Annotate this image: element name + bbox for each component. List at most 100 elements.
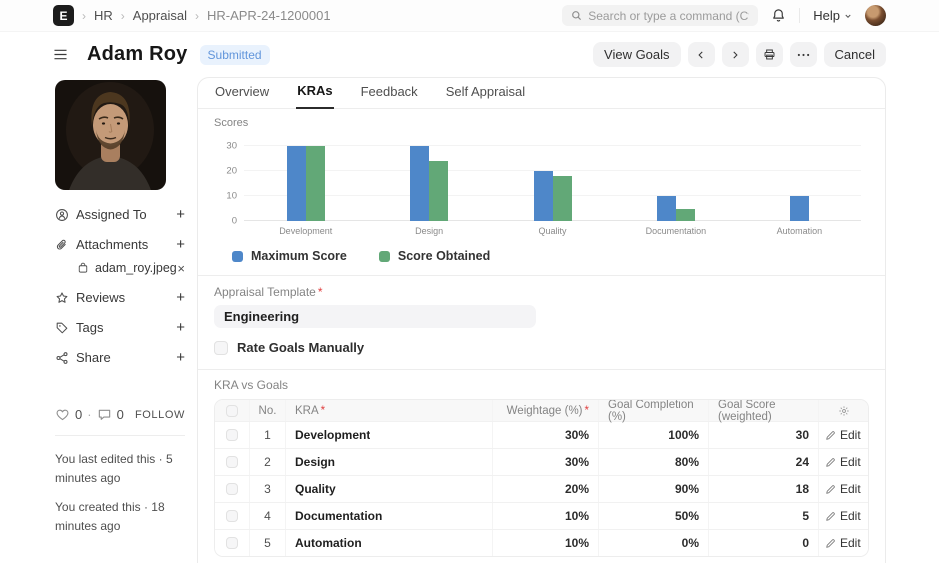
- hamburger-menu-icon[interactable]: [53, 48, 68, 61]
- row-checkbox[interactable]: [226, 456, 238, 468]
- help-label: Help: [813, 8, 840, 23]
- edit-row-button[interactable]: Edit: [825, 455, 861, 469]
- goal-score-cell[interactable]: 5: [708, 503, 818, 529]
- row-checkbox[interactable]: [226, 429, 238, 441]
- column-label: KRA: [295, 405, 319, 417]
- tab-kras[interactable]: KRAs: [296, 83, 333, 109]
- remove-attachment-button[interactable]: ×: [177, 262, 185, 275]
- cell-value: 10%: [565, 536, 589, 550]
- tab-overview[interactable]: Overview: [214, 84, 270, 108]
- goal-score-cell[interactable]: 18: [708, 476, 818, 502]
- add-tags-button[interactable]: +: [176, 320, 185, 335]
- bar-score-obtained[interactable]: [676, 209, 695, 222]
- edit-row-button[interactable]: Edit: [825, 509, 861, 523]
- weightage-cell[interactable]: 30%: [492, 422, 598, 448]
- kra-cell[interactable]: Quality: [285, 476, 492, 502]
- edit-label: Edit: [840, 455, 861, 469]
- weightage-cell[interactable]: 10%: [492, 530, 598, 556]
- goal-score-cell[interactable]: 30: [708, 422, 818, 448]
- attachment-name[interactable]: adam_roy.jpeg: [95, 261, 177, 275]
- weightage-cell[interactable]: 10%: [492, 503, 598, 529]
- legend-item-score-obtained: Score Obtained: [379, 249, 490, 263]
- bar-group-quality: [491, 171, 614, 221]
- bar-maximum-score[interactable]: [657, 196, 676, 221]
- goal-score-cell[interactable]: 0: [708, 530, 818, 556]
- main-form-card: Overview KRAs Feedback Self Appraisal Score…: [197, 77, 886, 563]
- sidebar-item-tags: Tags +: [55, 320, 185, 335]
- select-all-checkbox[interactable]: [226, 405, 238, 417]
- sidebar-item-label: Share: [76, 350, 111, 365]
- view-goals-button[interactable]: View Goals: [593, 42, 681, 67]
- rate-goals-row: Rate Goals Manually: [214, 340, 869, 355]
- add-share-button[interactable]: +: [176, 350, 185, 365]
- rate-goals-checkbox[interactable]: [214, 341, 228, 355]
- cell-value: 0%: [682, 536, 699, 550]
- bar-maximum-score[interactable]: [410, 146, 429, 221]
- more-button[interactable]: [790, 42, 817, 67]
- user-avatar[interactable]: [865, 5, 886, 26]
- weightage-cell[interactable]: 20%: [492, 476, 598, 502]
- kra-name: Quality: [295, 482, 336, 496]
- goal-completion-cell[interactable]: 0%: [598, 530, 708, 556]
- goal-completion-cell[interactable]: 80%: [598, 449, 708, 475]
- goal-completion-cell[interactable]: 90%: [598, 476, 708, 502]
- appraisal-template-input[interactable]: Engineering: [214, 305, 536, 328]
- row-checkbox[interactable]: [226, 537, 238, 549]
- row-number-cell: 5: [249, 530, 285, 556]
- search-bar[interactable]: [562, 5, 758, 26]
- required-marker: *: [585, 405, 589, 417]
- app-logo[interactable]: E: [53, 5, 74, 26]
- follow-button[interactable]: FOLLOW: [135, 409, 185, 421]
- goal-completion-cell[interactable]: 100%: [598, 422, 708, 448]
- file-icon: [77, 262, 89, 274]
- kra-cell[interactable]: Design: [285, 449, 492, 475]
- print-button[interactable]: [756, 42, 783, 67]
- kra-cell[interactable]: Automation: [285, 530, 492, 556]
- cell-value: 20%: [565, 482, 589, 496]
- breadcrumb-item-hr-apr-24-1200001[interactable]: HR-APR-24-1200001: [207, 8, 331, 23]
- bar-maximum-score[interactable]: [287, 146, 306, 221]
- kra-goals-section: KRA vs Goals No.KRA*Weightage (%)*Goal C…: [198, 370, 885, 563]
- gear-icon[interactable]: [838, 405, 850, 417]
- edit-label: Edit: [840, 536, 861, 550]
- edit-row-button[interactable]: Edit: [825, 536, 861, 550]
- edit-row-button[interactable]: Edit: [825, 428, 861, 442]
- bar-score-obtained[interactable]: [553, 176, 572, 221]
- row-number: 5: [264, 536, 271, 550]
- bar-maximum-score[interactable]: [534, 171, 553, 221]
- next-button[interactable]: [722, 42, 749, 67]
- comment-icon[interactable]: [97, 407, 112, 422]
- printer-icon: [763, 48, 776, 61]
- row-number-cell: 4: [249, 503, 285, 529]
- notification-bell-icon[interactable]: [771, 8, 786, 23]
- prev-button[interactable]: [688, 42, 715, 67]
- row-checkbox[interactable]: [226, 483, 238, 495]
- search-input[interactable]: [588, 9, 749, 23]
- table-row: 5 Automation 10% 0% 0 Edit: [215, 529, 868, 556]
- cell-value: 0: [802, 536, 809, 550]
- kra-cell[interactable]: Development: [285, 422, 492, 448]
- add-assigned-to-button[interactable]: +: [176, 207, 185, 222]
- activity-entry: You last edited this · 5 minutes ago: [55, 450, 185, 487]
- kra-cell[interactable]: Documentation: [285, 503, 492, 529]
- breadcrumb-item-appraisal[interactable]: Appraisal: [133, 8, 187, 23]
- bar-maximum-score[interactable]: [790, 196, 809, 221]
- bar-score-obtained[interactable]: [306, 146, 325, 221]
- cancel-button[interactable]: Cancel: [824, 42, 886, 67]
- add-attachments-button[interactable]: +: [176, 237, 185, 252]
- cell-value: 90%: [675, 482, 699, 496]
- bar-score-obtained[interactable]: [429, 161, 448, 221]
- row-checkbox[interactable]: [226, 510, 238, 522]
- add-reviews-button[interactable]: +: [176, 290, 185, 305]
- goal-completion-cell[interactable]: 50%: [598, 503, 708, 529]
- sidebar-item-label: Tags: [76, 320, 103, 335]
- help-menu[interactable]: Help: [813, 8, 852, 23]
- table-row: 3Quality20%90%18Edit: [215, 475, 868, 502]
- breadcrumb-item-hr[interactable]: HR: [94, 8, 113, 23]
- goal-score-cell[interactable]: 24: [708, 449, 818, 475]
- weightage-cell[interactable]: 30%: [492, 449, 598, 475]
- tab-feedback[interactable]: Feedback: [360, 84, 419, 108]
- edit-row-button[interactable]: Edit: [825, 482, 861, 496]
- tab-self-appraisal[interactable]: Self Appraisal: [445, 84, 527, 108]
- heart-icon[interactable]: [55, 407, 70, 422]
